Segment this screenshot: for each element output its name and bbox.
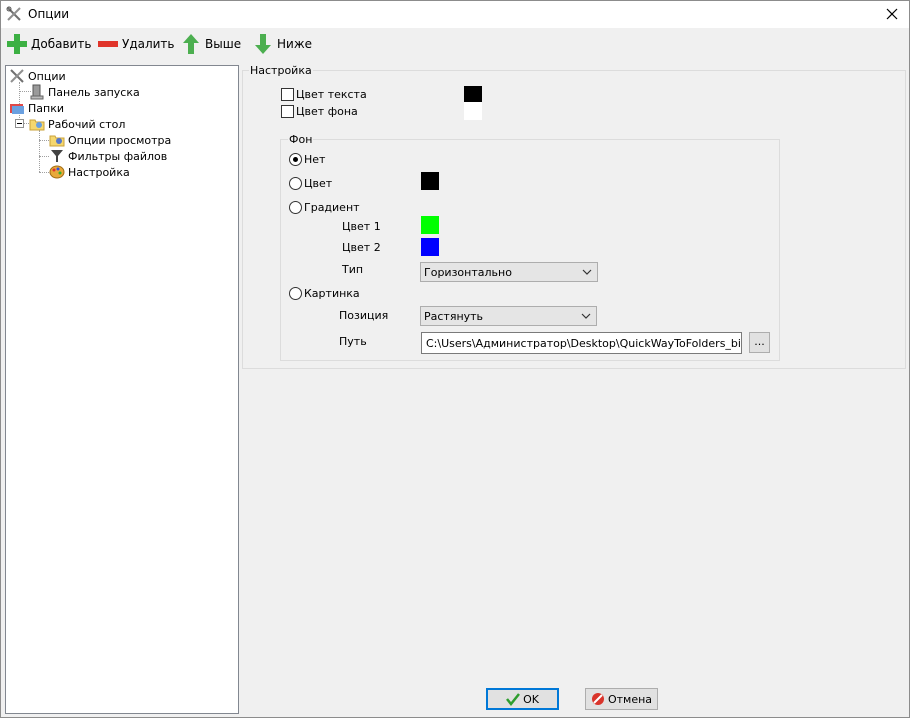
window-title: Опции — [28, 7, 70, 21]
tree-connector — [39, 140, 49, 141]
cancel-label: Отмена — [607, 692, 653, 706]
text-color-label: Цвет текста — [296, 88, 367, 101]
checkmark-icon — [506, 693, 521, 706]
delete-button[interactable]: Удалить — [96, 32, 175, 56]
cancel-icon — [591, 693, 604, 705]
tree-item-options[interactable]: Опции — [9, 68, 66, 84]
bg-color-swatch[interactable] — [464, 102, 482, 120]
browse-button[interactable]: ... — [749, 332, 770, 353]
move-down-button[interactable]: Ниже — [251, 32, 312, 56]
move-up-button[interactable]: Выше — [179, 32, 241, 56]
color1-swatch[interactable] — [421, 216, 439, 234]
tree-item-label: Опции — [28, 69, 66, 83]
tree-item-desktop[interactable]: Рабочий стол — [29, 116, 125, 132]
position-select[interactable]: Растянуть — [420, 306, 597, 326]
text-color-checkbox[interactable] — [281, 88, 294, 101]
plus-icon — [7, 34, 27, 54]
folder-icon — [49, 135, 65, 147]
folder-icon — [29, 119, 45, 131]
position-value: Растянуть — [424, 310, 484, 323]
tree-item-label: Панель запуска — [48, 85, 140, 99]
title-bar: Опции — [1, 1, 909, 28]
path-value: C:\Users\Администратор\Desktop\QuickWayT… — [426, 337, 742, 350]
bg-gradient-radio[interactable] — [289, 201, 302, 214]
path-label: Путь — [339, 335, 367, 348]
bg-color-value-swatch[interactable] — [421, 172, 439, 190]
tools-icon — [10, 69, 24, 83]
bg-color-radio-label: Цвет — [304, 177, 333, 190]
computer-icon — [30, 84, 44, 100]
tree-item-label: Настройка — [68, 165, 130, 179]
chevron-down-icon — [581, 313, 591, 319]
gradient-type-label: Тип — [342, 263, 364, 276]
bg-none-label: Нет — [304, 153, 326, 166]
ok-label: OK — [523, 692, 539, 706]
arrow-up-icon — [183, 34, 199, 54]
position-label: Позиция — [339, 309, 389, 322]
tree-item-folders[interactable]: Папки — [9, 100, 64, 116]
ok-button[interactable]: OK — [486, 688, 559, 710]
settings-group-title: Настройка — [249, 64, 313, 77]
tools-icon — [6, 6, 21, 21]
folders-icon — [10, 104, 24, 114]
toolbar: Добавить Удалить Выше Ниже — [1, 29, 909, 59]
move-up-label: Выше — [205, 37, 242, 51]
tree-item-label: Опции просмотра — [68, 133, 172, 147]
color1-label: Цвет 1 — [342, 220, 381, 233]
close-button[interactable] — [875, 1, 909, 28]
tree-item-label: Папки — [28, 101, 64, 115]
path-input[interactable]: C:\Users\Администратор\Desktop\QuickWayT… — [421, 332, 742, 354]
tree-item-file-filters[interactable]: Фильтры файлов — [49, 148, 167, 164]
tree-connector — [39, 130, 40, 172]
bg-picture-label: Картинка — [304, 287, 360, 300]
background-group-title: Фон — [288, 133, 314, 146]
color2-label: Цвет 2 — [342, 241, 381, 254]
tree-item-launch-panel[interactable]: Панель запуска — [29, 84, 140, 100]
funnel-icon — [51, 150, 63, 162]
bg-picture-radio[interactable] — [289, 287, 302, 300]
add-button[interactable]: Добавить — [5, 32, 91, 56]
options-tree[interactable]: Опции Панель запуска Папки Рабочий стол — [5, 65, 239, 714]
move-down-label: Ниже — [277, 37, 313, 51]
bg-color-radio[interactable] — [289, 177, 302, 190]
delete-label: Удалить — [122, 37, 175, 51]
close-icon — [886, 8, 898, 20]
tree-connector — [39, 156, 49, 157]
tree-item-view-options[interactable]: Опции просмотра — [49, 132, 171, 148]
cancel-button[interactable]: Отмена — [585, 688, 658, 710]
palette-icon — [49, 165, 65, 179]
bg-color-label: Цвет фона — [296, 105, 358, 118]
tree-item-settings[interactable]: Настройка — [49, 164, 130, 180]
arrow-down-icon — [255, 34, 271, 54]
gradient-type-select[interactable]: Горизонтально — [420, 262, 598, 282]
collapse-toggle[interactable] — [15, 119, 24, 128]
bg-gradient-label: Градиент — [304, 201, 360, 214]
gradient-type-value: Горизонтально — [424, 266, 512, 279]
chevron-down-icon — [582, 269, 592, 275]
tree-item-label: Рабочий стол — [48, 117, 126, 131]
tree-connector — [39, 172, 49, 173]
color2-swatch[interactable] — [421, 238, 439, 256]
bg-none-radio[interactable] — [289, 153, 302, 166]
add-label: Добавить — [31, 37, 92, 51]
tree-item-label: Фильтры файлов — [68, 149, 168, 163]
options-window: Опции Добавить Удалить Выше Ниже Опции П… — [0, 0, 910, 718]
bg-color-checkbox[interactable] — [281, 105, 294, 118]
minus-icon — [98, 41, 118, 47]
